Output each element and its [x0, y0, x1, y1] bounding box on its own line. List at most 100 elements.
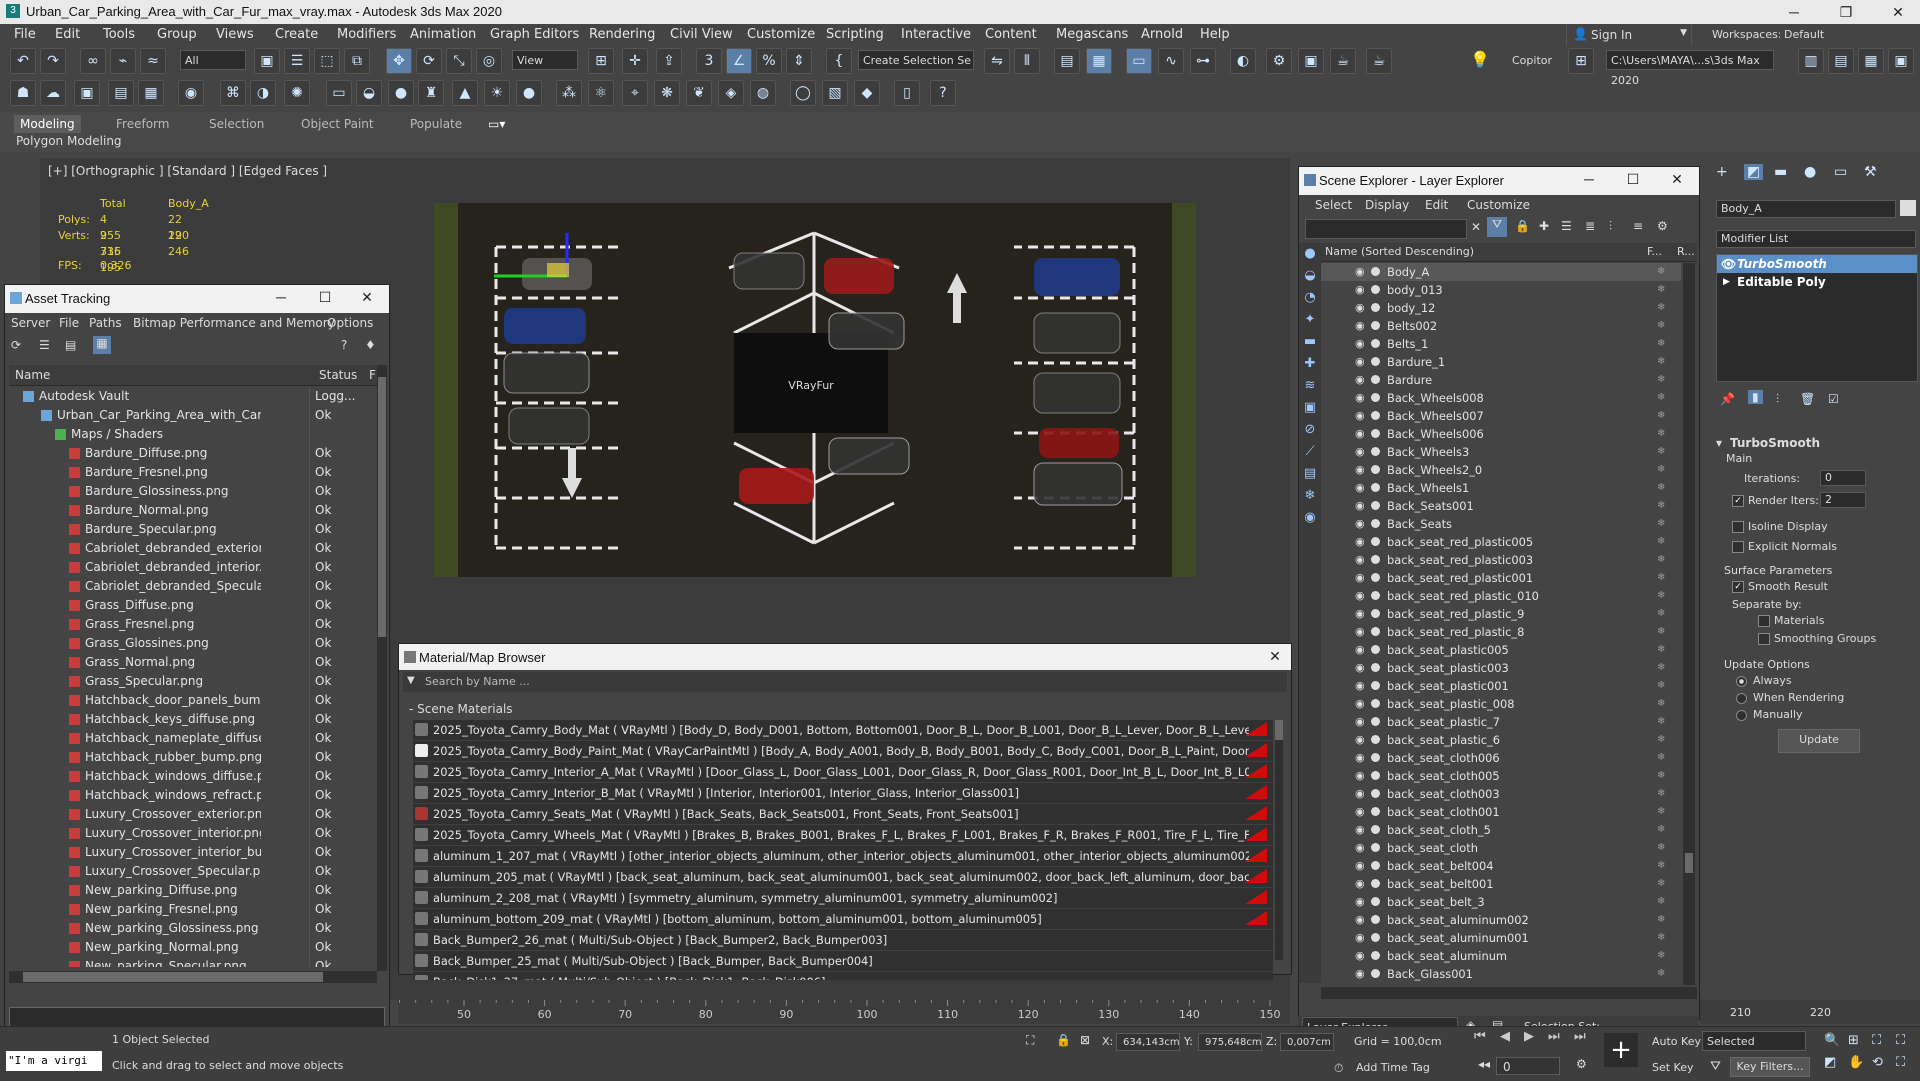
freeze-icon[interactable]: ❄ — [1657, 461, 1665, 479]
material-browser-titlebar[interactable]: Material/Map Browser ✕ — [399, 644, 1291, 670]
scene-materials-group[interactable]: - Scene Materials — [409, 702, 513, 716]
visibility-eye-icon[interactable]: ◉ — [1355, 839, 1365, 857]
scene-object-row[interactable]: ◉ body_12 ❄ — [1321, 299, 1681, 317]
smooth-result-checkbox[interactable]: ✓ — [1732, 581, 1744, 593]
material-item[interactable]: aluminum_bottom_209_mat ( VRayMtl ) [bot… — [413, 909, 1273, 930]
scene-object-row[interactable]: ◉ back_seat_plastic005 ❄ — [1321, 641, 1681, 659]
freeze-icon[interactable]: ❄ — [1657, 641, 1665, 659]
freeze-icon[interactable]: ❄ — [1657, 713, 1665, 731]
minimize-icon[interactable]: ─ — [1579, 171, 1599, 187]
freeze-icon[interactable]: ❄ — [1657, 497, 1665, 515]
display-bones-icon[interactable]: ⟋ — [1299, 441, 1321, 463]
manually-radio[interactable] — [1736, 709, 1747, 721]
remove-modifier-icon[interactable]: 🗑 — [1800, 392, 1815, 406]
visibility-eye-icon[interactable]: ◉ — [1355, 389, 1365, 407]
layers-icon[interactable]: ☰ — [1561, 219, 1572, 233]
scene-object-row[interactable]: ◉ back_seat_red_plastic005 ❄ — [1321, 533, 1681, 551]
display-tab-icon[interactable]: ▭ — [1834, 164, 1847, 180]
menu-modifiers[interactable]: Modifiers — [337, 27, 396, 42]
visibility-eye-icon[interactable]: ◉ — [1355, 551, 1365, 569]
visibility-eye-icon[interactable]: ◉ — [1355, 533, 1365, 551]
zoom-icon[interactable]: 🔍 — [1824, 1033, 1840, 1048]
asset-row[interactable]: Luxury_Crossover_interior_bump.png Ok — [9, 843, 377, 862]
visibility-eye-icon[interactable]: ◉ — [1355, 821, 1365, 839]
render-toggle-icon[interactable] — [1371, 861, 1380, 870]
vray-camera-icon[interactable]: ⌖ — [622, 80, 648, 106]
ribbon-subtitle[interactable]: Polygon Modeling — [16, 134, 122, 148]
toggle-scene-explorer-icon[interactable]: ▤ — [1054, 48, 1080, 74]
align-icon[interactable]: ⫴ — [1014, 48, 1040, 74]
material-item[interactable]: aluminum_205_mat ( VRayMtl ) [back_seat_… — [413, 867, 1273, 888]
display-shapes-icon[interactable]: ◔ — [1299, 287, 1321, 309]
menu-file[interactable]: File — [14, 27, 36, 42]
asset-row[interactable]: Hatchback_rubber_bump.png Ok — [9, 748, 377, 767]
freeze-icon[interactable]: ❄ — [1657, 929, 1665, 947]
scene-object-row[interactable]: ◉ back_seat_red_plastic_8 ❄ — [1321, 623, 1681, 641]
orbit-icon[interactable]: ⟲ — [1872, 1055, 1883, 1070]
stack-item-turbosmooth[interactable]: 👁 TurboSmooth — [1717, 255, 1917, 273]
vray-object-icon[interactable]: ▯ — [894, 80, 920, 106]
visibility-eye-icon[interactable]: ◉ — [1355, 659, 1365, 677]
configure-sets-icon[interactable]: ☑ — [1828, 392, 1839, 406]
freeze-icon[interactable]: ❄ — [1657, 335, 1665, 353]
scene-object-row[interactable]: ◉ Back_Wheels007 ❄ — [1321, 407, 1681, 425]
scene-object-row[interactable]: ◉ back_seat_cloth003 ❄ — [1321, 785, 1681, 803]
visibility-eye-icon[interactable]: ◉ — [1355, 335, 1365, 353]
link-icon[interactable]: ∞ — [80, 48, 106, 74]
visibility-eye-icon[interactable]: ◉ — [1355, 299, 1365, 317]
render-toggle-icon[interactable] — [1371, 807, 1380, 816]
pin-stack-icon[interactable]: 📌 — [1720, 392, 1735, 406]
time-slider[interactable]: 50 60 70 80 90 100 110 120 130 140 150 — [398, 1000, 1290, 1024]
scene-object-row[interactable]: ◉ back_seat_plastic_6 ❄ — [1321, 731, 1681, 749]
vray-proxy-icon[interactable]: ♜ — [418, 80, 444, 106]
key-filters-button[interactable]: Key Filters... — [1730, 1057, 1810, 1077]
column-frozen[interactable]: F... — [1647, 245, 1662, 258]
render-frame-icon[interactable]: ▣ — [74, 80, 100, 106]
tab-modeling[interactable]: Modeling — [14, 115, 81, 133]
visibility-eye-icon[interactable]: ◉ — [1355, 947, 1365, 965]
render-toggle-icon[interactable] — [1371, 447, 1380, 456]
visibility-eye-icon[interactable]: ◉ — [1355, 677, 1365, 695]
undo-icon[interactable]: ↶ — [10, 48, 36, 74]
freeze-icon[interactable]: ❄ — [1657, 533, 1665, 551]
asset-row[interactable]: Bardure_Diffuse.png Ok — [9, 444, 377, 463]
modifier-list-select[interactable]: Modifier List — [1716, 230, 1916, 248]
menu-help[interactable]: Help — [1200, 27, 1230, 42]
freeze-icon[interactable]: ❄ — [1657, 479, 1665, 497]
material-item[interactable]: Back_Bumper2_26_mat ( Multi/Sub-Object )… — [413, 930, 1273, 951]
vray-lens-icon[interactable]: ◑ — [250, 80, 276, 106]
render-toggle-icon[interactable] — [1371, 951, 1380, 960]
asset-row[interactable]: Luxury_Crossover_interior.png Ok — [9, 824, 377, 843]
visibility-eye-icon[interactable]: ◉ — [1355, 713, 1365, 731]
angle-snap-icon[interactable]: ∠ — [726, 48, 752, 74]
menu-interactive[interactable]: Interactive — [901, 27, 971, 42]
object-name-field[interactable]: Body_A — [1716, 200, 1896, 218]
scene-scrollbar[interactable] — [1683, 263, 1695, 985]
ribbon-options-icon[interactable]: ▭▾ — [482, 115, 511, 133]
render-toggle-icon[interactable] — [1371, 465, 1380, 474]
menu-views[interactable]: Views — [216, 27, 254, 42]
material-item[interactable]: 2025_Toyota_Camry_Body_Paint_Mat ( VRayC… — [413, 741, 1273, 762]
asset-row[interactable]: New_parking_Specular.png Ok — [9, 957, 377, 967]
render-production-icon[interactable]: ☕ — [1330, 48, 1356, 74]
vray-sphere-icon[interactable]: ● — [388, 80, 414, 106]
material-item[interactable]: 2025_Toyota_Camry_Interior_B_Mat ( VRayM… — [413, 783, 1273, 804]
asset-row[interactable]: Autodesk Vault Logg... — [9, 387, 377, 406]
render-toggle-icon[interactable] — [1371, 321, 1380, 330]
vray-plant-icon[interactable]: ❦ — [686, 80, 712, 106]
render-toggle-icon[interactable] — [1371, 663, 1380, 672]
visibility-eye-icon[interactable]: ◉ — [1355, 785, 1365, 803]
display-geometry-icon[interactable]: ◒ — [1299, 265, 1321, 287]
menu-customize[interactable]: Customize — [747, 27, 815, 42]
material-item[interactable]: aluminum_1_207_mat ( VRayMtl ) [other_in… — [413, 846, 1273, 867]
vray-molecule-icon[interactable]: ⚛ — [588, 80, 614, 106]
menu-customize[interactable]: Customize — [1467, 198, 1530, 212]
make-unique-icon[interactable]: ⫶ — [1776, 392, 1779, 407]
rollout-collapse-icon[interactable]: ▾ — [1716, 436, 1722, 450]
menu-create[interactable]: Create — [275, 27, 318, 42]
asset-row[interactable]: Bardure_Specular.png Ok — [9, 520, 377, 539]
scene-object-row[interactable]: ◉ back_seat_aluminum ❄ — [1321, 947, 1681, 965]
scene-object-row[interactable]: ◉ back_seat_red_plastic001 ❄ — [1321, 569, 1681, 587]
pan-icon[interactable]: ✋ — [1848, 1055, 1864, 1070]
scene-explorer-titlebar[interactable]: Scene Explorer - Layer Explorer ─ ☐ ✕ — [1299, 167, 1699, 195]
